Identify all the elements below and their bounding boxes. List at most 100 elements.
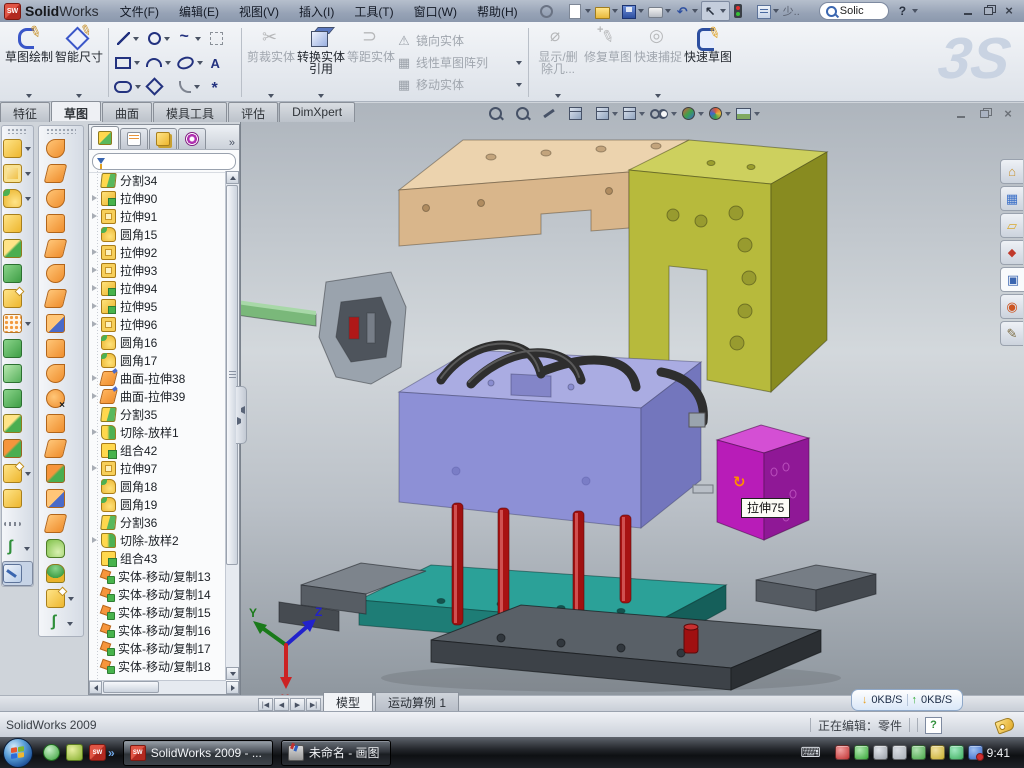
hud-button[interactable] <box>489 107 513 120</box>
title-toolbar-button[interactable] <box>594 2 621 20</box>
scroll-up-button[interactable] <box>226 171 239 184</box>
doc-minimize-button[interactable] <box>955 108 969 120</box>
ribbon-button[interactable]: 草图绘制 <box>4 24 54 101</box>
sketch-entity-button[interactable] <box>175 51 206 75</box>
quick-tips-button[interactable]: ? <box>925 717 942 734</box>
tree-item[interactable]: 圆角17 <box>89 351 226 369</box>
dropdown-arrow-icon[interactable] <box>67 622 73 626</box>
tree-item[interactable]: 拉伸90 <box>89 189 226 207</box>
expand-arrow-icon[interactable] <box>90 644 99 653</box>
task-pane-tab[interactable]: ▦ <box>1000 186 1023 211</box>
expand-arrow-icon[interactable] <box>90 320 99 329</box>
dropdown-arrow-icon[interactable] <box>25 197 31 201</box>
toolbar-button[interactable] <box>2 411 33 436</box>
tree-item[interactable]: 圆角15 <box>89 225 226 243</box>
toolbar-grip[interactable] <box>7 128 29 134</box>
toolbar-button[interactable] <box>2 336 33 361</box>
toolbar-button[interactable] <box>39 586 83 611</box>
dropdown-arrow-icon[interactable] <box>25 322 31 326</box>
toolbar-button[interactable] <box>39 286 83 311</box>
toolbar-button[interactable] <box>39 436 83 461</box>
toolbar-button[interactable] <box>39 411 83 436</box>
ribbon-button[interactable]: 修复草图 <box>583 24 633 101</box>
expand-arrow-icon[interactable] <box>90 536 99 545</box>
sketch-entity-button[interactable] <box>206 27 237 51</box>
expand-arrow-icon[interactable] <box>90 338 99 347</box>
toolbar-button[interactable] <box>39 336 83 361</box>
command-tab[interactable]: 草图 <box>51 101 101 121</box>
menu-item[interactable]: 文件(F) <box>111 1 168 22</box>
toolbar-button[interactable] <box>39 161 83 186</box>
doc-restore-button[interactable] <box>978 108 992 120</box>
expand-arrow-icon[interactable] <box>90 518 99 527</box>
toolbar-button[interactable] <box>39 536 83 561</box>
dropdown-arrow-icon[interactable] <box>164 37 170 41</box>
network-speed-widget[interactable]: ↓ 0KB/S ↑ 0KB/S <box>851 689 963 711</box>
expand-arrow-icon[interactable] <box>90 662 99 671</box>
command-tab[interactable]: 特征 <box>0 102 50 122</box>
expand-arrow-icon[interactable] <box>90 230 99 239</box>
expand-arrow-icon[interactable] <box>90 590 99 599</box>
tree-item[interactable]: 组合43 <box>89 549 226 567</box>
toolbar-button[interactable] <box>2 386 33 411</box>
quick-launch-chevron[interactable]: » <box>108 746 115 760</box>
title-toolbar-button[interactable] <box>537 2 566 20</box>
scrollbar-thumb[interactable] <box>226 185 238 565</box>
task-pane-tab[interactable]: ◉ <box>1000 294 1023 319</box>
menu-item[interactable]: 窗口(W) <box>405 1 466 22</box>
dropdown-arrow-icon[interactable] <box>655 94 661 98</box>
dropdown-arrow-icon[interactable] <box>612 9 618 13</box>
toolbar-button[interactable] <box>2 236 33 261</box>
tree-item[interactable]: 拉伸92 <box>89 243 226 261</box>
dropdown-arrow-icon[interactable] <box>26 94 32 98</box>
toolbar-button[interactable] <box>2 186 33 211</box>
tree-item[interactable]: 拉伸96 <box>89 315 226 333</box>
toolbar-button[interactable] <box>2 286 33 311</box>
tree-item[interactable]: 实体-移动/复制14 <box>89 585 226 603</box>
menu-item[interactable]: 编辑(E) <box>170 1 228 22</box>
health-shield-icon[interactable] <box>949 745 964 760</box>
tree-item[interactable]: 组合42 <box>89 441 226 459</box>
volume-icon[interactable] <box>892 745 907 760</box>
menu-item[interactable]: 工具(T) <box>345 1 402 22</box>
expand-arrow-icon[interactable] <box>90 428 99 437</box>
toolbar-button[interactable] <box>39 211 83 236</box>
restore-button[interactable] <box>982 5 996 17</box>
dropdown-arrow-icon[interactable] <box>25 172 31 176</box>
search-input[interactable] <box>840 5 882 17</box>
task-pane-tab[interactable]: ▣ <box>1000 267 1024 292</box>
tree-item[interactable]: 分割34 <box>89 171 226 189</box>
ribbon-button[interactable]: 快速捕捉 <box>633 24 683 101</box>
expand-arrow-icon[interactable] <box>90 446 99 455</box>
dropdown-arrow-icon[interactable] <box>671 112 677 116</box>
small-red-cylinder[interactable] <box>684 624 698 653</box>
antivirus-shield-icon[interactable] <box>835 745 850 760</box>
tree-item[interactable]: 切除-放样2 <box>89 531 226 549</box>
sync-blocked-icon[interactable] <box>968 745 983 760</box>
expand-arrow-icon[interactable] <box>90 626 99 635</box>
dropdown-arrow-icon[interactable] <box>76 94 82 98</box>
close-button[interactable]: × <box>1002 5 1016 17</box>
expand-arrow-icon[interactable] <box>90 356 99 365</box>
toolbar-button[interactable] <box>2 436 33 461</box>
ribbon-button[interactable]: 等距实体 <box>346 24 396 101</box>
ribbon-button[interactable]: 剪裁实体 <box>246 24 296 101</box>
expand-arrow-icon[interactable] <box>90 572 99 581</box>
model-tab[interactable]: 模型 <box>323 692 373 712</box>
ribbon-button[interactable]: 智能尺寸 <box>54 24 104 101</box>
toolbar-button[interactable] <box>39 511 83 536</box>
hud-button[interactable] <box>650 109 679 119</box>
title-toolbar-button[interactable] <box>621 2 647 20</box>
sketch-entity-button[interactable] <box>175 75 206 99</box>
ribbon-button[interactable]: 显示/删除几... <box>533 24 583 101</box>
dropdown-arrow-icon[interactable] <box>612 112 618 116</box>
expand-arrow-icon[interactable] <box>90 374 99 383</box>
command-tab[interactable]: 评估 <box>228 102 278 122</box>
toolbar-button[interactable] <box>39 361 83 386</box>
hud-button[interactable] <box>623 107 647 120</box>
menu-item[interactable]: 插入(I) <box>290 1 343 22</box>
tab-dimxpert-manager[interactable] <box>178 128 206 149</box>
hud-button[interactable] <box>569 107 593 120</box>
ribbon-row-button[interactable]: ▦ 线性草图阵列 <box>396 52 524 74</box>
title-toolbar-button[interactable]: ↶ <box>674 2 701 20</box>
